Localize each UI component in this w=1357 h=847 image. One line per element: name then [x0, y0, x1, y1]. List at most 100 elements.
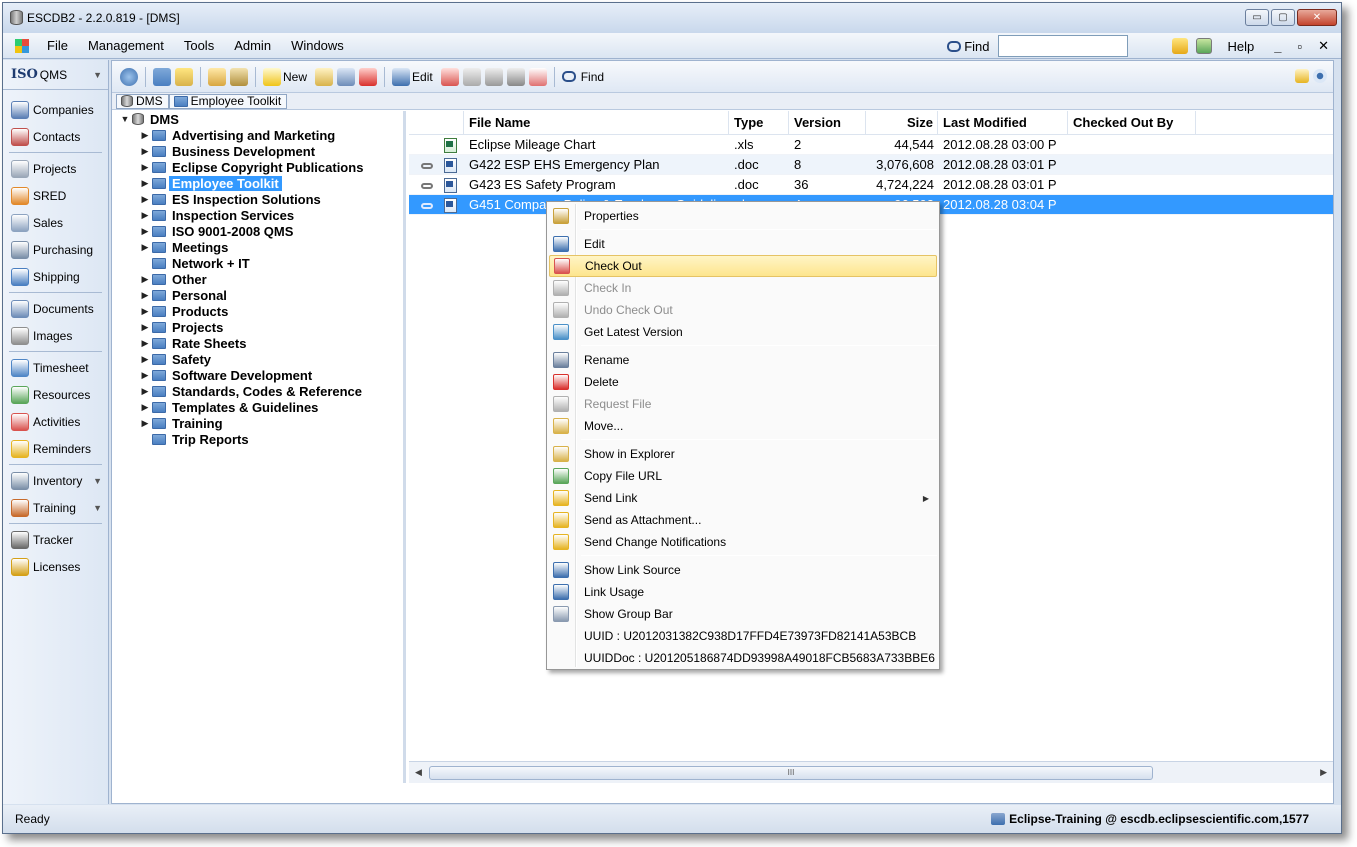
tree-item[interactable]: ▶ Employee Toolkit: [112, 175, 403, 191]
tree-item[interactable]: ▶ Eclipse Copyright Publications: [112, 159, 403, 175]
toolbar-find-button[interactable]: Find: [581, 70, 604, 84]
tree-item[interactable]: ▶ ISO 9001-2008 QMS: [112, 223, 403, 239]
refresh-icon[interactable]: [120, 67, 138, 86]
expand-arrow-icon[interactable]: ▶: [138, 178, 152, 189]
expand-arrow-icon[interactable]: ▶: [138, 354, 152, 365]
sidebar-item-reminders[interactable]: Reminders: [3, 435, 108, 462]
menu-item-check[interactable]: Check Out: [549, 255, 937, 277]
find-button[interactable]: Find: [947, 39, 990, 54]
column-header-last-modified[interactable]: Last Modified: [938, 111, 1068, 134]
expand-arrow-icon[interactable]: ▶: [138, 242, 152, 253]
close-button[interactable]: ✕: [1297, 9, 1337, 26]
tree-item[interactable]: ▶ Training: [112, 415, 403, 431]
expand-arrow-icon[interactable]: ▶: [138, 290, 152, 301]
tree-item[interactable]: Network + IT: [112, 255, 403, 271]
breadcrumb-item-employee-toolkit[interactable]: Employee Toolkit: [168, 93, 288, 109]
column-header-type[interactable]: Type: [729, 111, 789, 134]
sidebar-item-tracker[interactable]: Tracker: [3, 526, 108, 553]
expanded-arrow-icon[interactable]: ▼: [118, 114, 132, 124]
tree-item[interactable]: ▶ Projects: [112, 319, 403, 335]
table-row[interactable]: Eclipse Mileage Chart .xls 2 44,544 2012.08.…: [409, 135, 1333, 155]
new-button[interactable]: New: [283, 70, 307, 84]
tree-item[interactable]: Trip Reports: [112, 431, 403, 447]
menu-windows[interactable]: Windows: [281, 38, 354, 53]
tree-item[interactable]: ▶ Other: [112, 271, 403, 287]
chart-icon[interactable]: [1195, 38, 1212, 54]
expand-arrow-icon[interactable]: ▶: [138, 322, 152, 333]
menu-tools[interactable]: Tools: [174, 38, 224, 53]
menu-item-properties[interactable]: Properties: [549, 205, 937, 227]
breadcrumb-item-dms[interactable]: DMS: [116, 93, 169, 109]
menu-item-edit[interactable]: Edit: [549, 233, 937, 255]
menu-item-get[interactable]: Get Latest Version: [549, 321, 937, 343]
menu-item-link[interactable]: Link Usage: [549, 581, 937, 603]
expand-arrow-icon[interactable]: ▶: [138, 146, 152, 157]
expand-arrow-icon[interactable]: ▶: [138, 418, 152, 429]
table-row[interactable]: G423 ES Safety Program .doc 36 4,724,224 201…: [409, 175, 1333, 195]
reminder-bell-icon[interactable]: [1171, 38, 1188, 54]
sidebar-item-contacts[interactable]: Contacts: [3, 123, 108, 150]
expand-arrow-icon[interactable]: ▶: [138, 194, 152, 205]
module-selector[interactable]: ISO QMS ▼: [3, 60, 108, 90]
find-input[interactable]: [997, 35, 1128, 57]
expand-arrow-icon[interactable]: ▶: [138, 130, 152, 141]
column-header-size[interactable]: Size: [866, 111, 938, 134]
scroll-left-icon[interactable]: ◀: [415, 767, 422, 778]
sidebar-item-sales[interactable]: Sales: [3, 209, 108, 236]
expand-arrow-icon[interactable]: ▶: [138, 274, 152, 285]
request-file-icon[interactable]: [506, 67, 525, 86]
sidebar-item-inventory[interactable]: Inventory ▼: [3, 467, 108, 494]
menu-item-uuiddoc[interactable]: UUIDDoc : U201205186874DD93998A49018FCB5…: [549, 647, 937, 669]
sidebar-item-documents[interactable]: Documents: [3, 295, 108, 322]
tree-item[interactable]: ▶ Meetings: [112, 239, 403, 255]
minimize-button[interactable]: ▭: [1245, 9, 1269, 26]
expand-arrow-icon[interactable]: ▶: [138, 162, 152, 173]
sidebar-item-activities[interactable]: Activities: [3, 408, 108, 435]
menu-item-send[interactable]: Send as Attachment...: [549, 509, 937, 531]
sidebar-item-purchasing[interactable]: Purchasing: [3, 236, 108, 263]
eye-icon[interactable]: [1313, 69, 1327, 83]
tree-item[interactable]: ▶ Safety: [112, 351, 403, 367]
table-row[interactable]: G422 ESP EHS Emergency Plan .doc 8 3,076,60…: [409, 155, 1333, 175]
expand-arrow-icon[interactable]: ▶: [138, 402, 152, 413]
child-close-button[interactable]: ✕: [1314, 38, 1333, 54]
expand-arrow-icon[interactable]: ▶: [138, 338, 152, 349]
tree-item[interactable]: ▶ Inspection Services: [112, 207, 403, 223]
tree-item[interactable]: ▶ Business Development: [112, 143, 403, 159]
undo-check-out-icon[interactable]: [484, 67, 503, 86]
delete-icon[interactable]: [359, 67, 378, 86]
child-minimize-button[interactable]: _: [1270, 39, 1285, 54]
new-icon[interactable]: [263, 67, 281, 86]
maximize-button[interactable]: ▢: [1271, 9, 1295, 26]
pdf-icon[interactable]: [528, 67, 547, 86]
sidebar-item-resources[interactable]: Resources: [3, 381, 108, 408]
binoculars-icon[interactable]: [561, 71, 576, 82]
sidebar-item-sred[interactable]: SRED: [3, 182, 108, 209]
tree-item[interactable]: ▶ Products: [112, 303, 403, 319]
tree-item[interactable]: ▶ Rate Sheets: [112, 335, 403, 351]
sidebar-item-companies[interactable]: Companies: [3, 96, 108, 123]
tree-item[interactable]: ▶ ES Inspection Solutions: [112, 191, 403, 207]
menu-item-uuid[interactable]: UUID : U2012031382C938D17FFD4E73973FD821…: [549, 625, 937, 647]
menu-item-show[interactable]: Show Link Source: [549, 559, 937, 581]
sidebar-item-images[interactable]: Images: [3, 322, 108, 349]
menu-item-copy[interactable]: Copy File URL: [549, 465, 937, 487]
move-icon[interactable]: [315, 67, 334, 86]
expand-arrow-icon[interactable]: ▶: [138, 226, 152, 237]
tree-item[interactable]: ▶ Software Development: [112, 367, 403, 383]
tree-item[interactable]: ▶ Templates & Guidelines: [112, 399, 403, 415]
tree-item[interactable]: ▶ Standards, Codes & Reference: [112, 383, 403, 399]
sidebar-item-licenses[interactable]: Licenses: [3, 553, 108, 580]
menu-management[interactable]: Management: [78, 38, 174, 53]
child-restore-button[interactable]: ▫: [1293, 39, 1306, 54]
column-header-file-name[interactable]: File Name: [464, 111, 729, 134]
menu-item-send[interactable]: Send Change Notifications: [549, 531, 937, 553]
menu-item-rename[interactable]: Rename: [549, 349, 937, 371]
edit-button[interactable]: Edit: [412, 70, 433, 84]
scroll-right-icon[interactable]: ▶: [1320, 767, 1327, 778]
menu-item-delete[interactable]: Delete: [549, 371, 937, 393]
horizontal-scrollbar[interactable]: ◀ III ▶: [409, 761, 1333, 783]
sidebar-item-training[interactable]: Training ▼: [3, 494, 108, 521]
expand-arrow-icon[interactable]: ▶: [138, 210, 152, 221]
scrollbar-thumb[interactable]: III: [429, 766, 1153, 780]
